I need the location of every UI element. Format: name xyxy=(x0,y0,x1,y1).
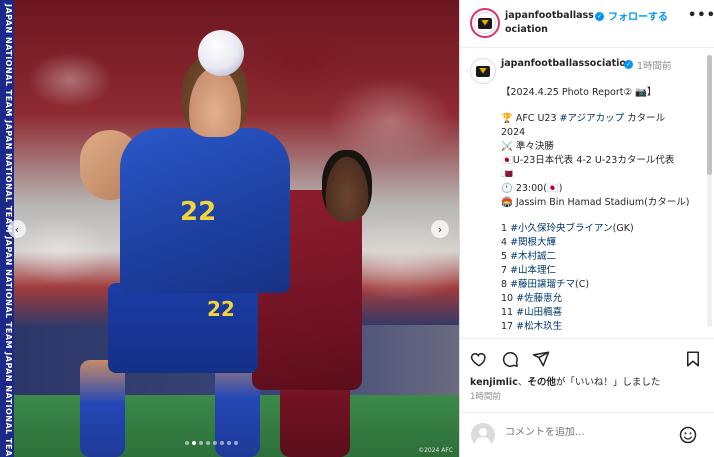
likes-summary: kenjimlic、その他が「いいね！」しました xyxy=(470,374,660,388)
previous-photo-button[interactable]: ‹ xyxy=(8,220,26,238)
caption-line-text: 1 xyxy=(501,223,511,234)
caption-line-text: 11 xyxy=(501,307,517,318)
hashtag-link[interactable]: #松木玖生 xyxy=(516,321,562,332)
carousel-indicator xyxy=(185,441,238,445)
carousel-dot xyxy=(234,441,238,445)
caption-username[interactable]: japanfootballassociation xyxy=(501,58,633,69)
caption-line-text: 🇯🇵U-23日本代表 4-2 U-23カタール代表 xyxy=(501,155,675,166)
caption-line: ⚔️ 準々決勝 xyxy=(501,140,706,154)
caption-line: 11 #山田楓喜 xyxy=(501,306,706,320)
hashtag-link[interactable]: #木村誠二 xyxy=(510,251,556,262)
comment-icon[interactable] xyxy=(500,349,520,369)
next-photo-button[interactable]: › xyxy=(431,220,449,238)
caption-line-suffix: カタール xyxy=(624,113,666,124)
caption-area: japanfootballassociation ✓ 1時間前 【2024.4.… xyxy=(460,48,714,338)
caption-line: 🏆 AFC U23 #アジアカップ カタール xyxy=(501,112,706,126)
caption-line-suffix: (GK) xyxy=(612,223,634,234)
player-shorts xyxy=(108,283,258,373)
verified-icon: ✓ xyxy=(624,60,633,69)
instagram-post: 22 22 JAPAN NATIONAL TEAM JAPAN NATIONAL… xyxy=(0,0,714,457)
football xyxy=(198,30,244,76)
caption-gap xyxy=(501,210,706,222)
caption-line: 8 #藤田譲瑠チマ(C) xyxy=(501,278,706,292)
hashtag-link[interactable]: #アジアカップ xyxy=(560,113,625,124)
caption-line: 17 #松木玖生 xyxy=(501,320,706,334)
caption-line-text: 17 xyxy=(501,321,517,332)
caption-line-text: ⚔️ 準々決勝 xyxy=(501,141,554,152)
caption-line-suffix: (C) xyxy=(575,279,590,290)
hashtag-link[interactable]: #佐藤恵允 xyxy=(516,293,562,304)
caption-line-text: 10 xyxy=(501,293,517,304)
carousel-dot xyxy=(206,441,210,445)
caption-avatar[interactable] xyxy=(470,58,496,84)
caption-line-text: 5 xyxy=(501,251,511,262)
action-bar xyxy=(460,338,714,378)
hashtag-link[interactable]: #山本理仁 xyxy=(510,265,556,276)
emoji-icon[interactable] xyxy=(678,425,698,445)
opponent-head xyxy=(322,150,372,222)
caption-line: 🕚 23:00(🇯🇵) xyxy=(501,182,706,196)
caption-time: 1時間前 xyxy=(637,61,672,72)
post-photo[interactable]: 22 22 JAPAN NATIONAL TEAM JAPAN NATIONAL… xyxy=(0,0,459,457)
shorts-number: 22 xyxy=(207,297,235,321)
caption-scrollbar-thumb[interactable] xyxy=(707,55,712,175)
caption-line: 🇶🇦 xyxy=(501,168,706,182)
caption-line-text: 2024 xyxy=(501,127,526,138)
caption-line: 4 #関根大輝 xyxy=(501,236,706,250)
profile-avatar[interactable] xyxy=(470,8,500,38)
more-icon[interactable]: ••• xyxy=(688,8,714,23)
carousel-dot xyxy=(227,441,231,445)
jersey-number: 22 xyxy=(180,197,217,227)
caption-line: 2024 xyxy=(501,126,706,140)
caption-line-text: 🕚 23:00(🇯🇵) xyxy=(501,183,563,194)
heart-icon[interactable] xyxy=(469,349,489,369)
caption-line-text: 4 xyxy=(501,237,511,248)
follow-button[interactable]: フォローする xyxy=(608,8,668,23)
liker-username[interactable]: kenjimlic xyxy=(470,377,518,388)
caption-line: 🇯🇵U-23日本代表 4-2 U-23カタール代表 xyxy=(501,154,706,168)
verified-icon: ✓ xyxy=(595,12,604,21)
likes-suffix: が「いいね！」しました xyxy=(555,377,661,388)
hashtag-link[interactable]: #関根大輝 xyxy=(510,237,556,248)
caption-gap xyxy=(501,100,706,112)
post-time: 1時間前 xyxy=(470,392,501,402)
jfa-logo-icon xyxy=(476,65,490,77)
player-leg xyxy=(80,360,125,457)
hashtag-link[interactable]: #藤田譲瑠チマ xyxy=(510,279,575,290)
caption-line-text: 8 xyxy=(501,279,511,290)
caption-line-text: 🏟️ Jassim Bin Hamad Stadium(カタール) xyxy=(501,197,690,208)
comment-bar xyxy=(460,412,714,457)
post-header: japanfootballassociation ✓ フォローする ••• xyxy=(460,0,714,48)
hashtag-link[interactable]: #小久保玲央ブライアン xyxy=(510,223,613,234)
hashtag-link[interactable]: #山田楓喜 xyxy=(516,307,562,318)
caption-line-text: 7 xyxy=(501,265,511,276)
share-icon[interactable] xyxy=(531,349,551,369)
caption-line: 【2024.4.25 Photo Report② 📷】 xyxy=(501,86,706,100)
post-side-panel: japanfootballassociation ✓ フォローする ••• ja… xyxy=(459,0,714,457)
chevron-left-icon: ‹ xyxy=(14,222,20,236)
carousel-dot xyxy=(185,441,189,445)
photo-copyright: ©2024 AFC xyxy=(418,447,453,454)
caption-line-text: 🏆 AFC U23 xyxy=(501,113,560,124)
comment-input[interactable] xyxy=(505,427,665,438)
caption-line: 7 #山本理仁 xyxy=(501,264,706,278)
caption-line: 🏟️ Jassim Bin Hamad Stadium(カタール) xyxy=(501,196,706,210)
likes-others-link[interactable]: その他 xyxy=(527,377,556,388)
jfa-logo-icon xyxy=(478,17,492,29)
caption-line-text: 【2024.4.25 Photo Report② 📷】 xyxy=(501,87,657,98)
header-username[interactable]: japanfootballassociation xyxy=(505,9,600,37)
caption-line: 5 #木村誠二 xyxy=(501,250,706,264)
caption-text: 【2024.4.25 Photo Report② 📷】 🏆 AFC U23 #アジ… xyxy=(501,86,706,334)
carousel-dot xyxy=(220,441,224,445)
caption-line: 10 #佐藤恵允 xyxy=(501,292,706,306)
carousel-dot xyxy=(192,441,196,445)
user-avatar xyxy=(471,423,495,447)
caption-line-text: 🇶🇦 xyxy=(501,169,513,180)
bookmark-icon[interactable] xyxy=(683,349,703,369)
carousel-dot xyxy=(199,441,203,445)
caption-line: 1 #小久保玲央ブライアン(GK) xyxy=(501,222,706,236)
chevron-right-icon: › xyxy=(437,222,443,236)
carousel-dot xyxy=(213,441,217,445)
likes-separator: 、 xyxy=(517,377,528,388)
